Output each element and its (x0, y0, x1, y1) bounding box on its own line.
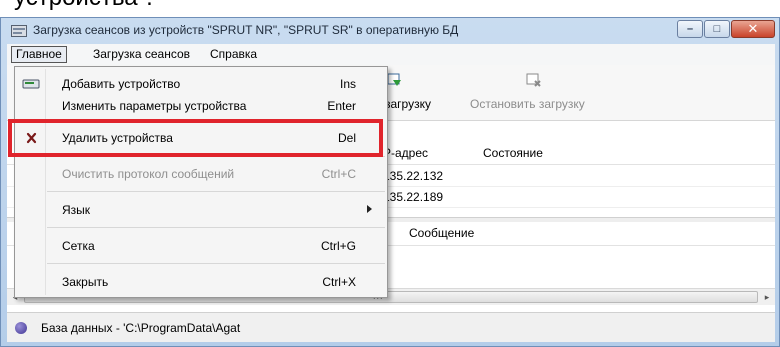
menu-item-label: Очистить протокол сообщений (62, 167, 235, 181)
menu-load-sessions[interactable]: Загрузка сеансов (89, 46, 194, 63)
minimize-icon: – (686, 23, 694, 35)
menu-item-language[interactable]: Язык (16, 199, 386, 221)
menu-separator (47, 191, 385, 192)
status-text: База данных - 'C:\ProgramData\Agat (41, 321, 241, 335)
minimize-button[interactable]: – (677, 20, 703, 38)
menu-item-clear-log: Очистить протокол сообщений Ctrl+C (16, 163, 386, 185)
menu-item-add-device[interactable]: Добавить устройство Ins (16, 73, 386, 95)
menu-item-close[interactable]: Закрыть Ctrl+X (16, 271, 386, 293)
close-icon: ✕ (747, 21, 759, 36)
annotation-highlight-box (8, 119, 383, 157)
device-ip: 135.22.132 (383, 169, 444, 183)
column-message[interactable]: Сообщение (409, 226, 474, 240)
maximize-icon: □ (713, 23, 721, 35)
device-ip: 135.22.189 (383, 190, 444, 204)
database-status-icon (15, 322, 27, 334)
menu-item-label: Добавить устройство (62, 77, 181, 91)
column-state[interactable]: Состояние (483, 146, 543, 160)
scroll-right-icon[interactable]: ▸ (760, 291, 774, 303)
window-controls: – □ ✕ (676, 20, 775, 38)
menu-item-label: Изменить параметры устройства (62, 99, 247, 113)
menu-item-shortcut: Ctrl+C (321, 167, 356, 181)
menu-main[interactable]: Главное (11, 46, 67, 63)
close-button[interactable]: ✕ (731, 20, 775, 38)
column-ip[interactable]: P-адрес (383, 146, 428, 160)
app-icon (11, 25, 27, 37)
start-load-label: загрузку (385, 97, 431, 111)
menu-separator (47, 227, 385, 228)
menu-item-edit-device[interactable]: Изменить параметры устройства Enter (16, 95, 386, 117)
menu-item-grid[interactable]: Сетка Ctrl+G (16, 235, 386, 257)
stop-load-icon (526, 73, 541, 87)
menu-item-shortcut: Ctrl+X (322, 275, 356, 289)
menu-item-label: Закрыть (62, 275, 109, 289)
menu-item-label: Язык (62, 203, 91, 217)
main-menu-dropdown: Добавить устройство Ins Изменить парамет… (14, 66, 388, 298)
stop-load-label: Остановить загрузку (470, 97, 585, 111)
menu-item-label: Сетка (62, 239, 95, 253)
menu-help[interactable]: Справка (206, 46, 261, 63)
status-bar: База данных - 'C:\ProgramData\Agat (7, 312, 775, 342)
page-caption-fragment: устройства". (14, 0, 153, 12)
menu-bar: Главное Загрузка сеансов Справка (7, 44, 775, 65)
submenu-arrow-icon (367, 205, 372, 213)
window-title: Загрузка сеансов из устройств "SPRUT NR"… (33, 23, 459, 37)
title-bar[interactable]: Загрузка сеансов из устройств "SPRUT NR"… (1, 18, 779, 44)
menu-separator (47, 263, 385, 264)
menu-item-shortcut: Enter (327, 99, 356, 113)
start-load-icon (387, 73, 401, 86)
menu-item-shortcut: Ctrl+G (320, 239, 356, 253)
menu-item-shortcut: Ins (339, 77, 356, 91)
add-device-icon (22, 79, 40, 89)
maximize-button[interactable]: □ (704, 20, 730, 38)
